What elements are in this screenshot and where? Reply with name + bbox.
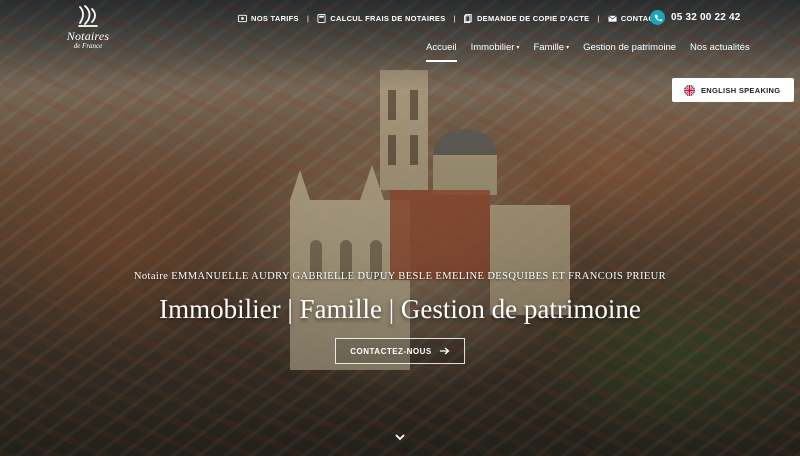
nav-label: Gestion de patrimoine [583,42,677,53]
brand-tagline: de France [73,42,103,50]
copie-acte-label: DEMANDE DE COPIE D'ACTE [476,13,590,23]
nav-label: Nos actualités [690,42,750,53]
hero-background [0,0,800,456]
nav-famille[interactable]: Famille ▾ [533,42,569,53]
nav-label: Accueil [426,42,457,53]
arrow-right-icon [439,347,450,355]
hero-headline: Immobilier | Famille | Gestion de patrim… [159,294,641,324]
hero-subtitle: Notaire EMMANUELLE AUDRY GABRIELLE DUPUY… [133,271,667,282]
tarifs-label: NOS TARIFS [251,13,299,23]
main-navigation: Accueil Immobilier ▾ Famille ▾ Gestion de … [426,42,750,62]
calcul-frais-link[interactable]: CALCUL FRAIS DE NOTAIRES [317,13,446,23]
english-speaking-button[interactable]: ENGLISH SPEAKING [672,78,794,102]
nav-label: Immobilier [470,42,515,53]
english-speaking-label: ENGLISH SPEAKING [701,85,781,95]
tarifs-link[interactable]: NOS TARIFS [238,14,299,23]
chevron-down-icon: ▾ [516,45,520,51]
nav-actualites[interactable]: Nos actualités [690,42,750,53]
calculator-icon [317,13,326,23]
contact-cta-button[interactable]: CONTACTEZ-NOUS [335,338,465,364]
document-icon [463,13,472,23]
nav-immobilier[interactable]: Immobilier ▾ [471,42,520,53]
phone-number: 05 32 00 22 42 [671,12,741,23]
brand-name: Notaires [66,29,110,43]
hero-overlay [0,0,800,456]
nav-label: Famille [533,42,565,53]
separator: | [597,13,600,23]
top-utility-bar: NOS TARIFS | CALCUL FRAIS DE NOTAIRES | … [238,11,659,25]
cta-label: CONTACTEZ-NOUS [350,346,432,356]
phone-link[interactable]: 05 32 00 22 42 [650,10,741,25]
copie-acte-link[interactable]: DEMANDE DE COPIE D'ACTE [463,13,590,23]
nav-accueil[interactable]: Accueil [426,42,457,62]
notaires-logo[interactable]: Notaires de France [58,4,118,50]
euro-card-icon [238,14,247,22]
separator: | [453,13,456,23]
chevron-down-icon: ▾ [566,45,570,51]
chevron-down-icon[interactable] [393,430,407,444]
separator: | [306,13,310,23]
uk-flag-icon [684,84,695,96]
notaires-emblem-icon [78,5,98,27]
calcul-frais-label: CALCUL FRAIS DE NOTAIRES [330,13,446,23]
nav-gestion-patrimoine[interactable]: Gestion de patrimoine [583,42,676,53]
mail-icon [608,15,617,22]
phone-icon [650,10,665,25]
